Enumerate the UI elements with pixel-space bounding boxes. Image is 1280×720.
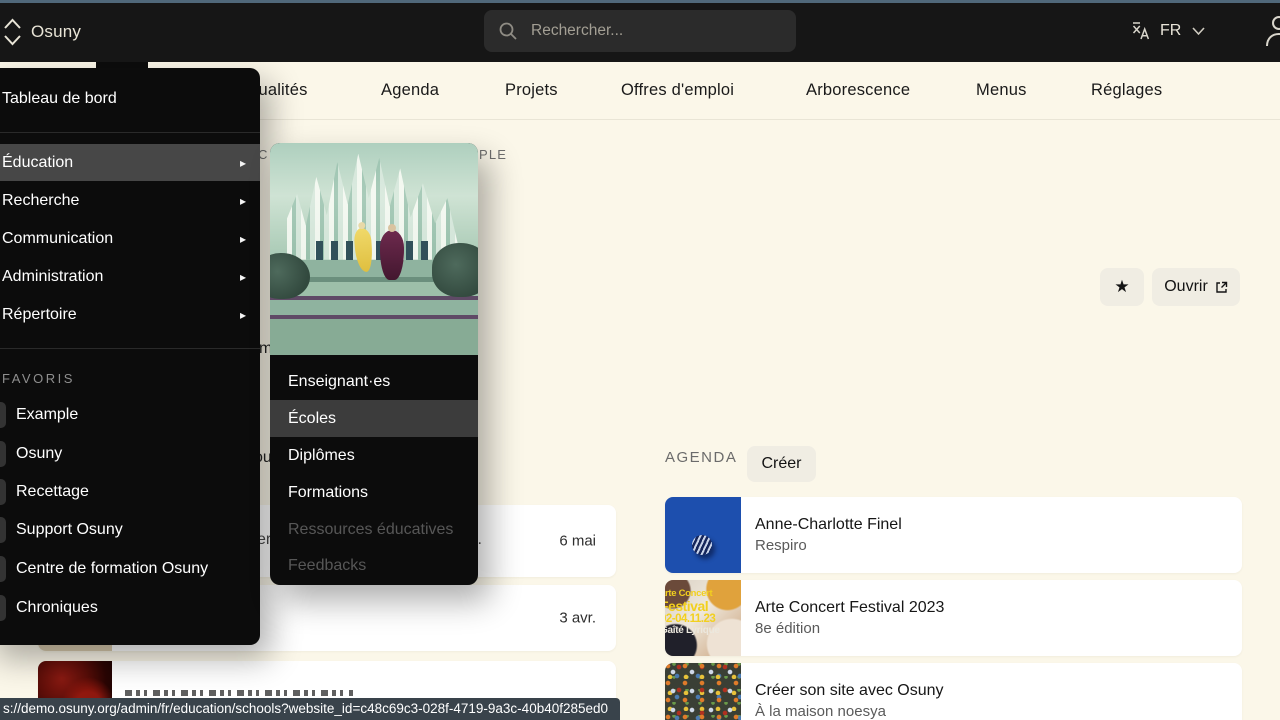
letter-badge: E <box>0 402 6 428</box>
submenu-item-ecoles[interactable]: Écoles <box>270 400 478 437</box>
favorite-item-support-osuny[interactable]: S Support Osuny <box>0 511 260 549</box>
education-submenu: Enseignant·es Écoles Diplômes Formations… <box>270 143 478 585</box>
open-button-label: Ouvrir <box>1164 278 1208 296</box>
letter-badge: S <box>0 517 6 543</box>
favorite-item-osuny[interactable]: O Osuny <box>0 435 260 473</box>
nav-item-menus[interactable]: Menus <box>976 81 1027 100</box>
menu-item-communication[interactable]: Communication ▸ <box>0 220 260 257</box>
favorite-item-chroniques[interactable]: C Chroniques <box>0 589 260 627</box>
open-website-button[interactable]: Ouvrir <box>1152 268 1240 306</box>
submenu-item-ressources-educatives: Ressources éducatives <box>270 511 478 548</box>
chevron-right-icon: ▸ <box>240 270 246 284</box>
poster-text: arte Concert Festival 02-04.11.23 Gaîté … <box>665 589 741 636</box>
letter-badge: C <box>0 556 6 582</box>
event-subtitle: À la maison noesya <box>755 703 886 720</box>
external-link-icon <box>1215 281 1228 294</box>
language-code: FR <box>1160 22 1181 40</box>
search-input[interactable] <box>529 21 763 41</box>
submenu-item-enseignants[interactable]: Enseignant·es <box>270 363 478 400</box>
clipped-text-fragment <box>125 690 353 696</box>
favorite-item-recettage[interactable]: R Recettage <box>0 473 260 511</box>
brand-name: Osuny <box>31 22 81 42</box>
submenu-item-diplomes[interactable]: Diplômes <box>270 437 478 474</box>
event-subtitle: 8e édition <box>755 620 820 637</box>
menu-item-tableau-de-bord[interactable]: Tableau de bord <box>0 80 260 117</box>
chevron-right-icon: ▸ <box>240 194 246 208</box>
agenda-event-card[interactable]: Créer son site avec Osuny À la maison no… <box>665 663 1242 720</box>
person-icon <box>1262 13 1280 49</box>
favorite-item-example[interactable]: E Example <box>0 396 260 434</box>
favorite-item-centre-formation[interactable]: C Centre de formation Osuny <box>0 550 260 588</box>
nav-item-agenda[interactable]: Agenda <box>381 81 439 100</box>
event-title: Anne-Charlotte Finel <box>755 516 902 534</box>
menu-item-administration[interactable]: Administration ▸ <box>0 258 260 295</box>
create-button-label: Créer <box>761 455 801 473</box>
menu-item-repertoire[interactable]: Répertoire ▸ <box>0 296 260 333</box>
language-selector[interactable]: FR <box>1130 0 1206 62</box>
menu-divider <box>0 132 260 133</box>
account-menu[interactable] <box>1262 13 1280 49</box>
nav-item-offres-emploi[interactable]: Offres d'emploi <box>621 81 734 100</box>
event-thumbnail <box>665 497 741 573</box>
chevron-right-icon: ▸ <box>240 308 246 322</box>
event-title: Arte Concert Festival 2023 <box>755 599 944 617</box>
translate-icon <box>1130 19 1152 43</box>
submenu-item-feedbacks: Feedbacks <box>270 547 478 584</box>
chevron-right-icon: ▸ <box>240 232 246 246</box>
letter-badge: R <box>0 479 6 505</box>
submenu-item-formations[interactable]: Formations <box>270 474 478 511</box>
agenda-section-title: AGENDA <box>665 449 737 466</box>
post-date: 6 mai <box>559 533 596 550</box>
global-search[interactable] <box>484 10 796 52</box>
admin-main-menu: Tableau de bord Éducation ▸ Recherche ▸ … <box>0 68 260 645</box>
agenda-event-card[interactable]: arte Concert Festival 02-04.11.23 Gaîté … <box>665 580 1242 656</box>
event-subtitle: Respiro <box>755 537 807 554</box>
agenda-event-card[interactable]: Anne-Charlotte Finel Respiro <box>665 497 1242 573</box>
letter-badge: C <box>0 595 6 621</box>
favorites-section-title: FAVORIS <box>2 371 75 386</box>
admin-topbar: Osuny FR <box>0 0 1280 62</box>
favorite-star-button[interactable]: ★ <box>1100 268 1144 306</box>
menu-item-education[interactable]: Éducation ▸ <box>0 144 260 181</box>
event-thumbnail: arte Concert Festival 02-04.11.23 Gaîté … <box>665 580 741 656</box>
agenda-create-button[interactable]: Créer <box>747 446 816 482</box>
nav-item-projets[interactable]: Projets <box>505 81 558 100</box>
striped-ball-image <box>692 535 712 555</box>
chevron-right-icon: ▸ <box>240 156 246 170</box>
osuny-logo-icon <box>2 14 23 50</box>
search-icon <box>498 21 518 41</box>
nav-item-reglages[interactable]: Réglages <box>1091 81 1162 100</box>
event-title: Créer son site avec Osuny <box>755 682 944 700</box>
page-header-fragment-right: PLE <box>479 147 507 162</box>
link-url-statusbar: s://demo.osuny.org/admin/fr/education/sc… <box>0 698 620 720</box>
brand-logo[interactable]: Osuny <box>2 14 81 50</box>
chevron-down-icon <box>1191 26 1206 36</box>
event-thumbnail <box>665 663 741 720</box>
post-date: 3 avr. <box>559 610 596 627</box>
star-icon: ★ <box>1114 277 1129 297</box>
nav-item-arborescence[interactable]: Arborescence <box>806 81 910 100</box>
menu-divider <box>0 348 260 349</box>
browser-top-strip <box>0 0 1280 3</box>
menu-item-recherche[interactable]: Recherche ▸ <box>0 182 260 219</box>
education-illustration-image <box>270 143 478 355</box>
letter-badge: O <box>0 441 6 467</box>
